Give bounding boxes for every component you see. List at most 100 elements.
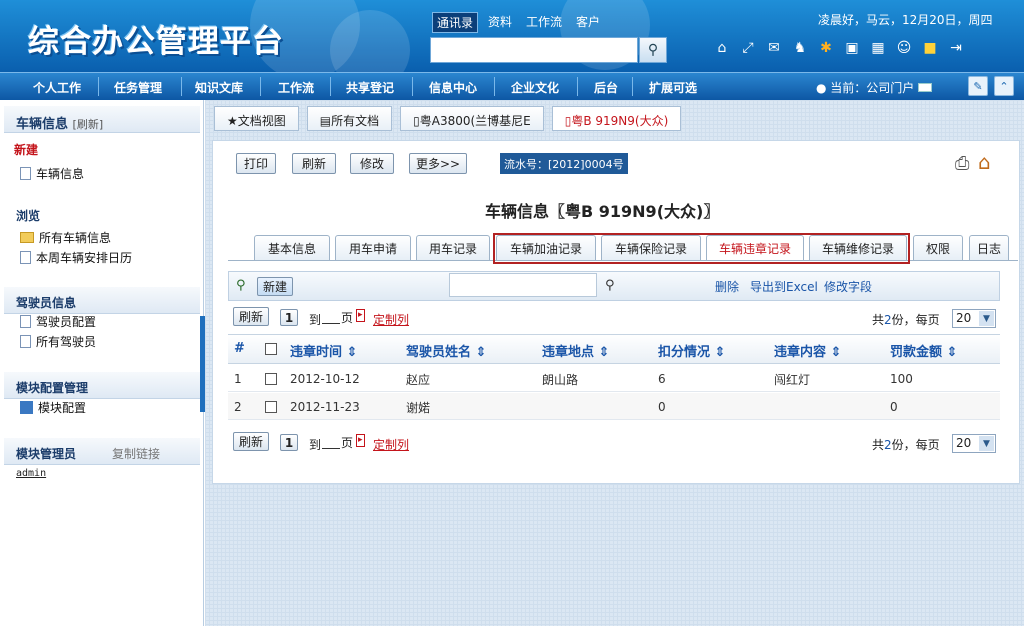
- nav-task-management[interactable]: 任务管理: [114, 79, 162, 96]
- tab-vehicle-b919n9[interactable]: ▯粤B 919N9(大众): [551, 106, 682, 131]
- tab-document-view[interactable]: ★文档视图: [214, 106, 299, 131]
- tab-contacts[interactable]: 通讯录: [432, 12, 479, 33]
- mail-icon[interactable]: ✉: [764, 38, 784, 58]
- cell-time: 2012-10-12: [290, 372, 360, 386]
- custom-columns-link[interactable]: 定制列: [373, 436, 409, 453]
- nav-workflow[interactable]: 工作流: [278, 79, 314, 96]
- edit-fields-link[interactable]: 修改字段: [824, 278, 872, 295]
- tab-vehicle-a3800[interactable]: ▯粤A3800(兰博基尼E: [400, 106, 544, 131]
- contact-icon[interactable]: ☺: [894, 38, 914, 58]
- sidebar-item-all-vehicles[interactable]: 所有车辆信息: [20, 229, 111, 246]
- go-arrow-icon[interactable]: ▸: [356, 309, 365, 322]
- sidebar-item-driver-config[interactable]: 驾驶员配置: [20, 313, 96, 330]
- sidebar-section-drivers: 驾驶员信息: [4, 287, 200, 314]
- custom-columns-link[interactable]: 定制列: [373, 311, 409, 328]
- copy-link[interactable]: 复制链接: [112, 445, 160, 462]
- pager-total: 共2份，每页: [872, 438, 940, 452]
- sidebar-item-all-drivers[interactable]: 所有驾驶员: [20, 333, 96, 350]
- search-icon[interactable]: ⚲: [605, 278, 615, 293]
- grid-search-input[interactable]: [449, 273, 597, 297]
- export-doc-icon[interactable]: ⎙: [955, 153, 969, 174]
- message-icon[interactable]: ▣: [842, 38, 862, 58]
- col-fine-amount[interactable]: 罚款金额 ⇕: [890, 341, 957, 360]
- home-icon[interactable]: ⌂: [978, 150, 991, 174]
- nav-shared-register[interactable]: 共享登记: [346, 79, 394, 96]
- chevron-down-icon: ▼: [979, 436, 994, 451]
- row-checkbox[interactable]: [265, 373, 277, 385]
- sidebar-item-weekly-calendar[interactable]: 本周车辆安排日历: [20, 249, 132, 266]
- document-icon: [20, 251, 31, 264]
- col-driver-name[interactable]: 驾驶员姓名 ⇕: [406, 341, 486, 360]
- refresh-link[interactable]: [刷新]: [73, 118, 104, 131]
- add-icon: ⚲: [236, 278, 246, 293]
- more-button[interactable]: 更多>>: [409, 153, 467, 174]
- sidebar-new-label: 新建: [14, 143, 39, 157]
- delete-link[interactable]: 删除: [715, 278, 739, 295]
- col-points[interactable]: 扣分情况 ⇕: [658, 341, 725, 360]
- header-icons: ⌂ ⤢ ✉ ♞ ✱ ▣ ▦ ☺ ■ ⇥: [712, 38, 966, 58]
- window-icon[interactable]: [918, 83, 933, 92]
- tab-vehicle-request[interactable]: 用车申请: [335, 235, 411, 261]
- nav-extensions[interactable]: 扩展可选: [649, 79, 697, 96]
- pager-page-input[interactable]: [322, 436, 340, 449]
- collapse-up-icon[interactable]: ⌃: [994, 76, 1014, 96]
- col-violation-content[interactable]: 违章内容 ⇕: [774, 341, 841, 360]
- search-input[interactable]: [430, 37, 638, 63]
- cell-fine: 0: [890, 400, 898, 414]
- pager-refresh-button[interactable]: 刷新: [233, 307, 269, 326]
- note-icon[interactable]: ■: [920, 38, 940, 58]
- print-button[interactable]: 打印: [236, 153, 276, 174]
- gear-icon[interactable]: ✱: [816, 38, 836, 58]
- select-all-checkbox[interactable]: [265, 343, 277, 355]
- home-icon[interactable]: ⌂: [712, 38, 732, 58]
- nav-info-center[interactable]: 信息中心: [429, 79, 477, 96]
- tab-basic-info[interactable]: 基本信息: [254, 235, 330, 261]
- go-arrow-icon[interactable]: ▸: [356, 434, 365, 447]
- per-page-select[interactable]: 20 ▼: [952, 309, 996, 328]
- sidebar-item-vehicle-info[interactable]: 车辆信息: [20, 165, 84, 182]
- export-excel-link[interactable]: 导出到Excel: [750, 278, 818, 295]
- document-icon: [20, 167, 31, 180]
- row-checkbox[interactable]: [265, 401, 277, 413]
- tab-permissions[interactable]: 权限: [913, 235, 963, 261]
- per-page-select[interactable]: 20 ▼: [952, 434, 996, 453]
- nav-knowledge-library[interactable]: 知识文库: [195, 79, 243, 96]
- sidebar-item-module-config[interactable]: 模块配置: [20, 399, 86, 416]
- pager-refresh-button[interactable]: 刷新: [233, 432, 269, 451]
- col-violation-place[interactable]: 违章地点 ⇕: [542, 341, 609, 360]
- document-icon: [20, 315, 31, 328]
- pager-to-label: 到: [309, 313, 322, 327]
- serial-number: 流水号：[2012]0004号: [500, 153, 628, 174]
- col-violation-time[interactable]: 违章时间 ⇕: [290, 341, 357, 360]
- tab-workflow[interactable]: 工作流: [522, 12, 566, 33]
- shirt-icon[interactable]: ♞: [790, 38, 810, 58]
- search-button[interactable]: ⚲: [639, 37, 667, 63]
- new-button[interactable]: 新建: [257, 277, 293, 296]
- admin-user-link[interactable]: admin: [16, 468, 46, 479]
- pager-page-input[interactable]: [322, 311, 340, 324]
- tab-all-documents[interactable]: ▤所有文档: [306, 106, 393, 131]
- edit-button[interactable]: 修改: [350, 153, 394, 174]
- refresh-button[interactable]: 刷新: [292, 153, 336, 174]
- col-index: #: [234, 341, 245, 356]
- search-icon: ⚲: [647, 42, 659, 58]
- nav-personal-work[interactable]: 个人工作: [33, 79, 81, 96]
- edit-icon[interactable]: ✎: [968, 76, 988, 96]
- expand-icon[interactable]: ⤢: [738, 38, 758, 58]
- nav-separator: [494, 77, 495, 96]
- tab-usage-record[interactable]: 用车记录: [416, 235, 490, 261]
- cell-driver: 赵应: [406, 373, 431, 387]
- folder-icon: [20, 232, 34, 243]
- tab-log[interactable]: 日志: [969, 235, 1009, 261]
- nav-separator: [577, 77, 578, 96]
- nav-separator: [412, 77, 413, 96]
- nav-backend[interactable]: 后台: [594, 79, 618, 96]
- nav-corporate-culture[interactable]: 企业文化: [511, 79, 559, 96]
- nav-separator: [632, 77, 633, 96]
- tab-customers[interactable]: 客户: [572, 12, 604, 33]
- pager-current-page[interactable]: 1: [280, 434, 298, 451]
- logout-icon[interactable]: ⇥: [946, 38, 966, 58]
- tab-resources[interactable]: 资料: [484, 12, 516, 33]
- calendar-icon[interactable]: ▦: [868, 38, 888, 58]
- pager-current-page[interactable]: 1: [280, 309, 298, 326]
